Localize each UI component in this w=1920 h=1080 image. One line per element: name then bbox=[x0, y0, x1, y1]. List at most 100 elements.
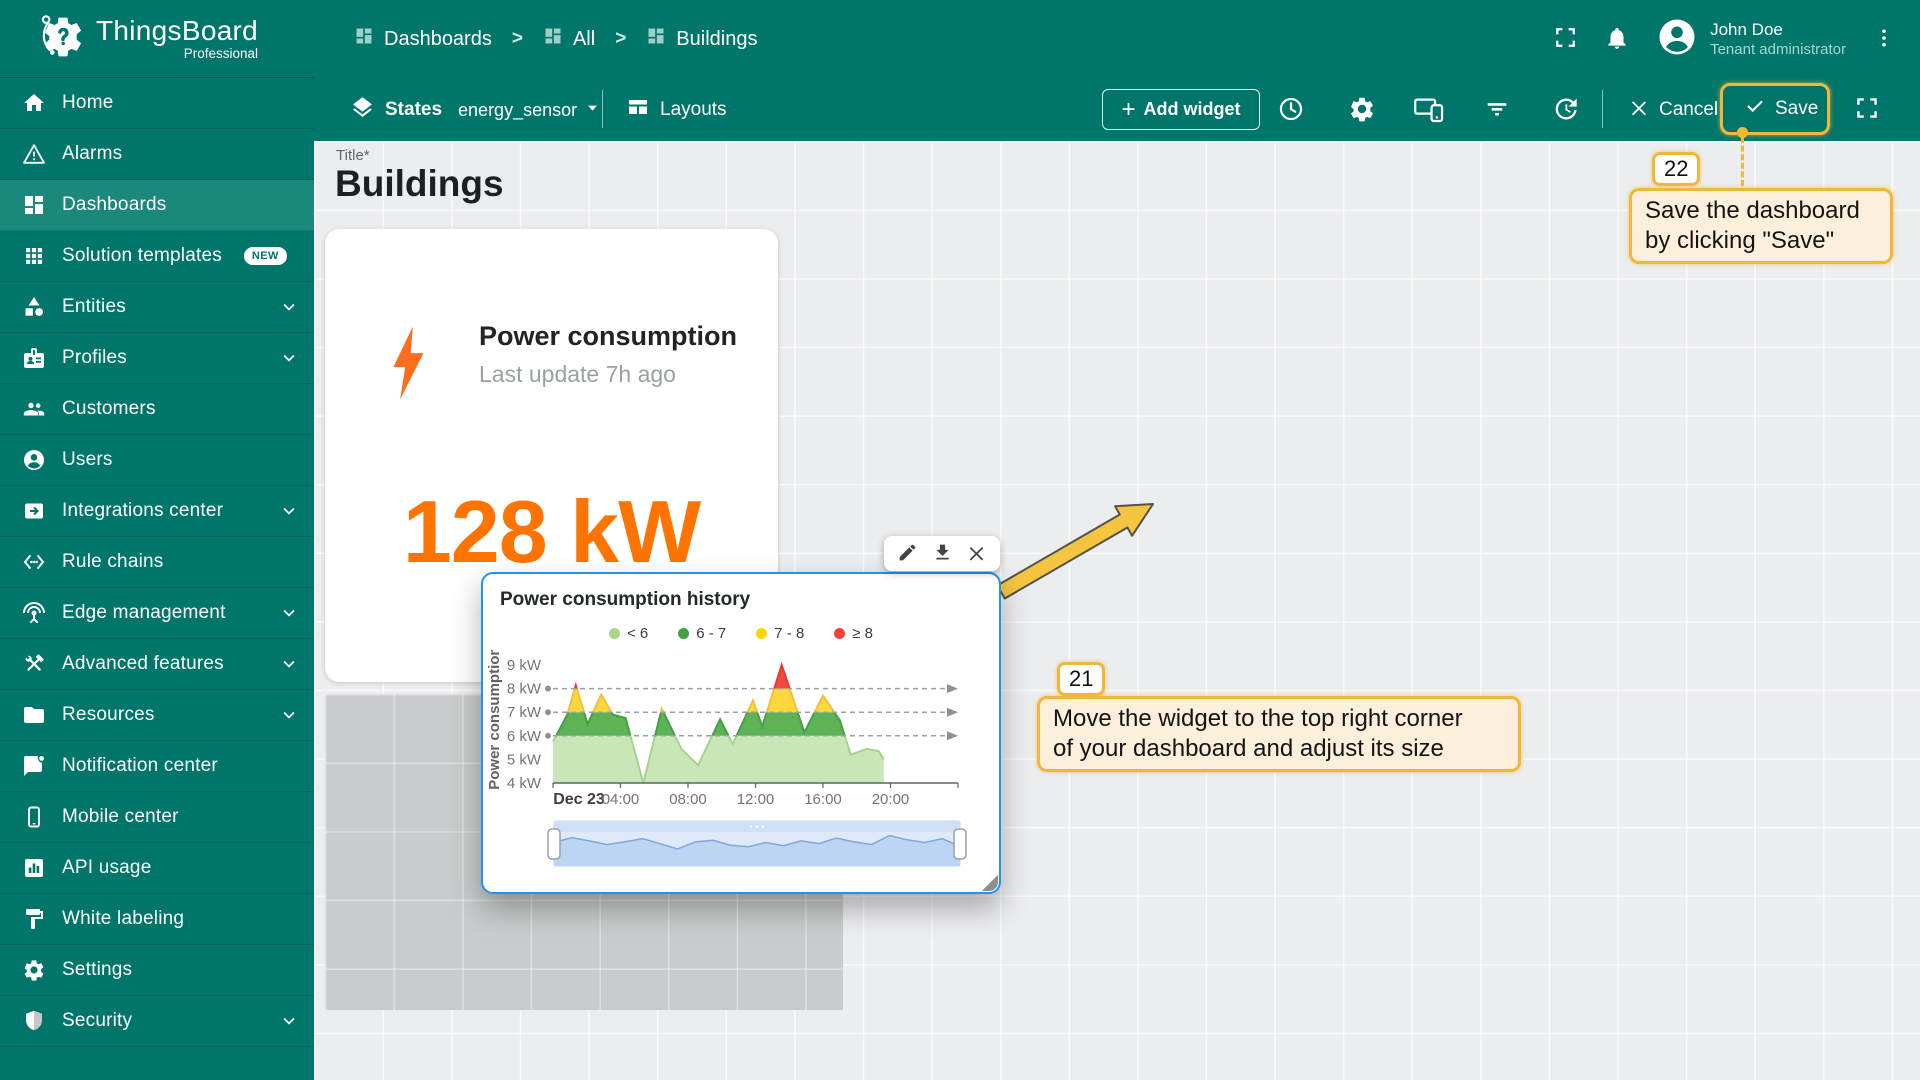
breadcrumb-separator: > bbox=[615, 28, 626, 50]
sidebar-item-edge-management[interactable]: Edge management bbox=[0, 588, 314, 639]
y-axis-label: Power consumption bbox=[486, 650, 503, 790]
user-menu[interactable]: John Doe Tenant administrator bbox=[1656, 16, 1846, 63]
state-select[interactable]: energy_sensor bbox=[458, 100, 577, 121]
history-icon bbox=[1551, 111, 1579, 126]
chevron-down-icon bbox=[278, 500, 300, 522]
annotation-text-line: of your dashboard and adjust its size bbox=[1053, 734, 1505, 764]
fullscreen-icon bbox=[1553, 25, 1578, 53]
y-tick-label: 4 kW bbox=[507, 775, 542, 792]
chevron-down-icon bbox=[278, 296, 300, 318]
fullscreen-button[interactable] bbox=[1553, 25, 1578, 53]
breadcrumb-buildings[interactable]: Buildings bbox=[646, 26, 757, 52]
dashboards-icon bbox=[354, 26, 374, 52]
annotation-arrow bbox=[993, 492, 1163, 604]
breadcrumb-dashboards[interactable]: Dashboards bbox=[354, 26, 492, 52]
version-history-button[interactable] bbox=[1551, 95, 1579, 126]
breadcrumb-all[interactable]: All bbox=[543, 26, 595, 52]
sidebar-item-security[interactable]: Security bbox=[0, 996, 314, 1047]
widget-edit-button[interactable] bbox=[897, 542, 918, 566]
widget-resize-handle[interactable] bbox=[981, 874, 998, 891]
power-card-last-update: Last update 7h ago bbox=[479, 361, 676, 388]
close-icon bbox=[1628, 96, 1650, 124]
sidebar-item-integrations-center[interactable]: Integrations center bbox=[0, 486, 314, 537]
x-tick-label: Dec 23 bbox=[553, 791, 605, 808]
sidebar-item-settings[interactable]: Settings bbox=[0, 945, 314, 996]
caret-down-icon bbox=[585, 100, 600, 120]
fullscreen-icon bbox=[1854, 109, 1880, 124]
sidebar-item-label: Home bbox=[62, 92, 113, 114]
dashboard-toolbar: States energy_sensor Layouts + Add widge… bbox=[314, 78, 1920, 141]
sidebar-item-alarms[interactable]: Alarms bbox=[0, 129, 314, 180]
sidebar-item-mobile-center[interactable]: Mobile center bbox=[0, 792, 314, 843]
shield-icon bbox=[22, 1009, 46, 1033]
layouts-icon bbox=[626, 95, 650, 124]
sidebar-item-solution-templates[interactable]: Solution templatesNEW bbox=[0, 231, 314, 282]
sidebar-item-resources[interactable]: Resources bbox=[0, 690, 314, 741]
close-icon bbox=[966, 542, 987, 566]
sidebar-item-notification-center[interactable]: Notification center bbox=[0, 741, 314, 792]
annotation-step-number: 22 bbox=[1652, 152, 1700, 186]
manage-layouts-button[interactable] bbox=[1413, 95, 1445, 126]
y-tick-label: 9 kW bbox=[507, 657, 542, 674]
annotation-text-line: Move the widget to the top right corner bbox=[1053, 704, 1505, 734]
check-icon bbox=[1744, 95, 1766, 123]
navigator-handle-left[interactable] bbox=[548, 829, 560, 859]
navigator-handle-right[interactable] bbox=[954, 829, 966, 859]
sidebar-item-rule-chains[interactable]: Rule chains bbox=[0, 537, 314, 588]
app-name: ThingsBoard bbox=[96, 17, 258, 45]
y-tick-label: 5 kW bbox=[507, 751, 542, 768]
toolbar-divider bbox=[1602, 90, 1603, 128]
dashboard-title-label: Title* bbox=[336, 147, 370, 164]
app-edition: Professional bbox=[96, 46, 258, 61]
smartphone-icon bbox=[22, 805, 46, 829]
sidebar-item-label: Profiles bbox=[62, 347, 127, 369]
gear-icon bbox=[1348, 111, 1376, 126]
chart-legend: < 6 6 - 7 7 - 8 ≥ 8 bbox=[483, 616, 999, 650]
layers-icon bbox=[350, 95, 375, 125]
legend-item[interactable]: < 6 bbox=[609, 625, 648, 642]
notifications-button[interactable] bbox=[1604, 25, 1630, 54]
cancel-button[interactable]: Cancel bbox=[1622, 95, 1724, 125]
legend-label: < 6 bbox=[627, 625, 648, 642]
legend-item[interactable]: ≥ 8 bbox=[834, 625, 873, 642]
dashboard-settings-button[interactable] bbox=[1348, 95, 1376, 126]
sidebar-item-label: Edge management bbox=[62, 602, 226, 624]
antenna-icon bbox=[22, 601, 46, 625]
save-button[interactable]: Save bbox=[1738, 94, 1824, 124]
clock-icon bbox=[1277, 111, 1305, 126]
fullscreen-toolbar-button[interactable] bbox=[1854, 95, 1880, 124]
legend-item[interactable]: 6 - 7 bbox=[678, 625, 726, 642]
sidebar-item-advanced-features[interactable]: Advanced features bbox=[0, 639, 314, 690]
sidebar-item-customers[interactable]: Customers bbox=[0, 384, 314, 435]
widget-close-button[interactable] bbox=[966, 542, 987, 566]
gear-icon bbox=[22, 958, 46, 982]
sidebar-item-label: Resources bbox=[62, 704, 155, 726]
y-tick-label: 7 kW bbox=[507, 704, 542, 721]
add-widget-button[interactable]: + Add widget bbox=[1102, 89, 1260, 130]
home-icon bbox=[22, 91, 46, 115]
sidebar-item-white-labeling[interactable]: White labeling bbox=[0, 894, 314, 945]
new-badge: NEW bbox=[244, 247, 287, 265]
filter-button[interactable] bbox=[1483, 95, 1511, 126]
layouts-button[interactable]: Layouts bbox=[626, 95, 727, 124]
badge-icon bbox=[22, 346, 46, 370]
more-menu-button[interactable] bbox=[1872, 26, 1896, 53]
time-window-button[interactable] bbox=[1277, 95, 1305, 126]
sidebar-item-label: Advanced features bbox=[62, 653, 224, 675]
sidebar-item-api-usage[interactable]: API usage bbox=[0, 843, 314, 894]
breadcrumb-label: All bbox=[573, 28, 595, 51]
power-consumption-history-widget[interactable]: Power consumption history < 66 - 77 - 8≥… bbox=[481, 572, 1001, 894]
thingsboard-logo[interactable]: ThingsBoard Professional bbox=[0, 0, 314, 78]
x-tick-label: 08:00 bbox=[669, 791, 707, 808]
x-tick-label: 04:00 bbox=[602, 791, 640, 808]
sidebar-item-dashboards[interactable]: Dashboards bbox=[0, 180, 314, 231]
annotation-step-number: 21 bbox=[1057, 662, 1105, 696]
sidebar-item-profiles[interactable]: Profiles bbox=[0, 333, 314, 384]
sidebar-item-users[interactable]: Users bbox=[0, 435, 314, 486]
sidebar-item-home[interactable]: Home bbox=[0, 78, 314, 129]
sidebar-item-entities[interactable]: Entities bbox=[0, 282, 314, 333]
widget-download-button[interactable] bbox=[932, 542, 953, 566]
top-header: Dashboards > All > Buildings bbox=[314, 0, 1920, 78]
legend-item[interactable]: 7 - 8 bbox=[756, 625, 804, 642]
y-tick-label: 6 kW bbox=[507, 728, 542, 745]
